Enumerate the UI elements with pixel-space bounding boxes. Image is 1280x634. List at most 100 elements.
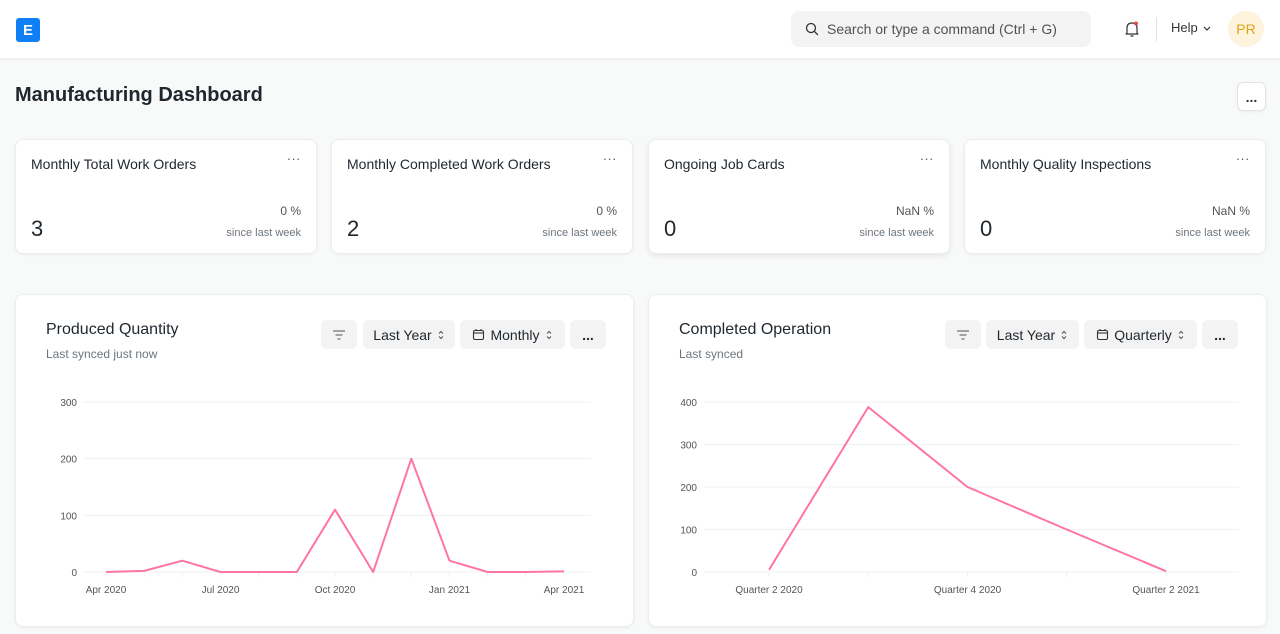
user-avatar[interactable]: PR	[1228, 11, 1264, 47]
card-menu-button[interactable]: ...	[287, 148, 301, 163]
number-card-ongoing-job-cards[interactable]: Ongoing Job Cards ... 0 NaN % since last…	[648, 139, 950, 254]
chevron-down-icon	[1203, 26, 1211, 31]
number-card-quality-inspections[interactable]: Monthly Quality Inspections ... 0 NaN % …	[964, 139, 1266, 254]
x-tick-label: Apr 2021	[544, 585, 585, 596]
y-tick-label: 200	[680, 483, 697, 494]
card-value: 3	[31, 216, 44, 241]
card-since: since last week	[226, 227, 301, 239]
logo-letter: E	[22, 21, 33, 39]
nav-divider	[1156, 17, 1157, 41]
x-tick-label: Quarter 2 2020	[735, 585, 803, 596]
filter-icon	[333, 329, 345, 340]
card-menu-button[interactable]: ...	[1236, 148, 1250, 163]
y-tick-label: 100	[60, 511, 77, 522]
x-tick-label: Apr 2020	[86, 585, 127, 596]
card-since: since last week	[542, 227, 617, 239]
interval-value: Quarterly	[1114, 326, 1172, 343]
y-tick-label: 0	[691, 568, 697, 579]
timespan-value: Last Year	[996, 326, 1056, 343]
search-icon	[805, 22, 819, 36]
y-tick-label: 200	[60, 455, 77, 466]
card-title: Monthly Completed Work Orders	[347, 156, 551, 172]
card-title: Ongoing Job Cards	[664, 156, 785, 172]
chart-card-produced-quantity: 0 100 200 300 Apr 2020 Jul 2020 Oct 2020 Jan 20…	[15, 294, 634, 627]
data-point[interactable]	[141, 568, 147, 574]
card-value: 0	[980, 216, 993, 241]
select-arrows-icon	[438, 330, 444, 339]
data-point[interactable]	[256, 569, 262, 575]
notification-bell-icon[interactable]	[1122, 19, 1142, 39]
data-point[interactable]	[294, 569, 300, 575]
card-change: NaN %	[895, 204, 934, 218]
search-bar[interactable]: Search or type a command (Ctrl + G)	[791, 11, 1091, 47]
card-menu-button[interactable]: ...	[603, 148, 617, 163]
x-tick-label: Oct 2020	[315, 585, 356, 596]
search-placeholder: Search or type a command (Ctrl + G)	[827, 21, 1057, 37]
data-point[interactable]	[561, 568, 567, 574]
chart-filter-button[interactable]	[945, 320, 981, 349]
select-arrows-icon	[1178, 330, 1184, 339]
chart-menu-button[interactable]: ...	[570, 320, 606, 349]
chart-last-synced: Last synced just now	[46, 347, 158, 361]
data-point[interactable]	[1163, 568, 1169, 574]
page-menu-button[interactable]: ...	[1237, 82, 1266, 111]
app-logo[interactable]: E	[16, 18, 40, 42]
data-point[interactable]	[965, 484, 971, 490]
data-point[interactable]	[1064, 527, 1070, 533]
card-title: Monthly Quality Inspections	[980, 156, 1152, 172]
help-dropdown[interactable]: Help	[1171, 20, 1212, 35]
y-tick-label: 300	[60, 398, 77, 409]
data-point[interactable]	[865, 404, 871, 410]
y-tick-label: 100	[680, 526, 697, 537]
data-point[interactable]	[103, 569, 109, 575]
x-tick-label: Quarter 4 2020	[934, 585, 1002, 596]
interval-value: Monthly	[490, 326, 540, 343]
timespan-value: Last Year	[373, 326, 432, 343]
card-change: 0 %	[596, 204, 617, 218]
filter-icon	[957, 329, 969, 340]
card-menu-button[interactable]: ...	[920, 148, 934, 163]
chart-last-synced: Last synced	[679, 347, 744, 361]
card-value: 0	[664, 216, 677, 241]
data-point[interactable]	[332, 507, 338, 513]
avatar-initials: PR	[1236, 21, 1256, 37]
card-value: 2	[347, 216, 360, 241]
card-change: NaN %	[1211, 204, 1250, 218]
chart-card-completed-operation: 0 100 200 300 400 Quarter 2 2020 Quarter 4 202…	[648, 294, 1267, 627]
data-point[interactable]	[218, 569, 224, 575]
notification-dot	[1134, 21, 1138, 26]
page-title: Manufacturing Dashboard	[15, 84, 263, 106]
x-tick-label: Jan 2021	[429, 585, 471, 596]
navbar: E Search or type a command (Ctrl + G) He…	[0, 0, 1280, 59]
chart-timespan-select[interactable]: Last Year	[363, 320, 455, 349]
chart-filter-button[interactable]	[321, 320, 357, 349]
select-arrows-icon	[1061, 330, 1067, 339]
number-card-completed-work-orders[interactable]: Monthly Completed Work Orders ... 2 0 % …	[331, 139, 633, 254]
chart-timespan-select[interactable]: Last Year	[986, 320, 1079, 349]
data-point[interactable]	[408, 456, 414, 462]
chart-menu-button[interactable]: ...	[1202, 320, 1238, 349]
chart-interval-select[interactable]: Quarterly	[1084, 320, 1197, 349]
calendar-icon	[1097, 329, 1109, 341]
y-tick-label: 400	[680, 398, 697, 409]
chart-title: Completed Operation	[679, 321, 832, 338]
x-tick-label: Quarter 2 2021	[1132, 585, 1200, 596]
data-point[interactable]	[766, 567, 772, 573]
y-tick-label: 0	[71, 568, 77, 579]
help-label: Help	[1171, 20, 1198, 35]
data-point[interactable]	[370, 569, 376, 575]
select-arrows-icon	[546, 330, 551, 339]
number-card-total-work-orders[interactable]: Monthly Total Work Orders ... 3 0 % sinc…	[15, 139, 317, 254]
data-point[interactable]	[447, 558, 453, 564]
card-change: 0 %	[280, 204, 301, 218]
data-point[interactable]	[179, 558, 185, 564]
card-since: since last week	[859, 227, 934, 239]
card-title: Monthly Total Work Orders	[31, 156, 197, 172]
chart-interval-select[interactable]: Monthly	[460, 320, 565, 349]
data-point[interactable]	[485, 569, 491, 575]
card-since: since last week	[1175, 227, 1250, 239]
chart-title: Produced Quantity	[46, 321, 179, 338]
calendar-icon	[473, 329, 485, 341]
data-point[interactable]	[523, 569, 529, 575]
x-tick-label: Jul 2020	[202, 585, 240, 596]
